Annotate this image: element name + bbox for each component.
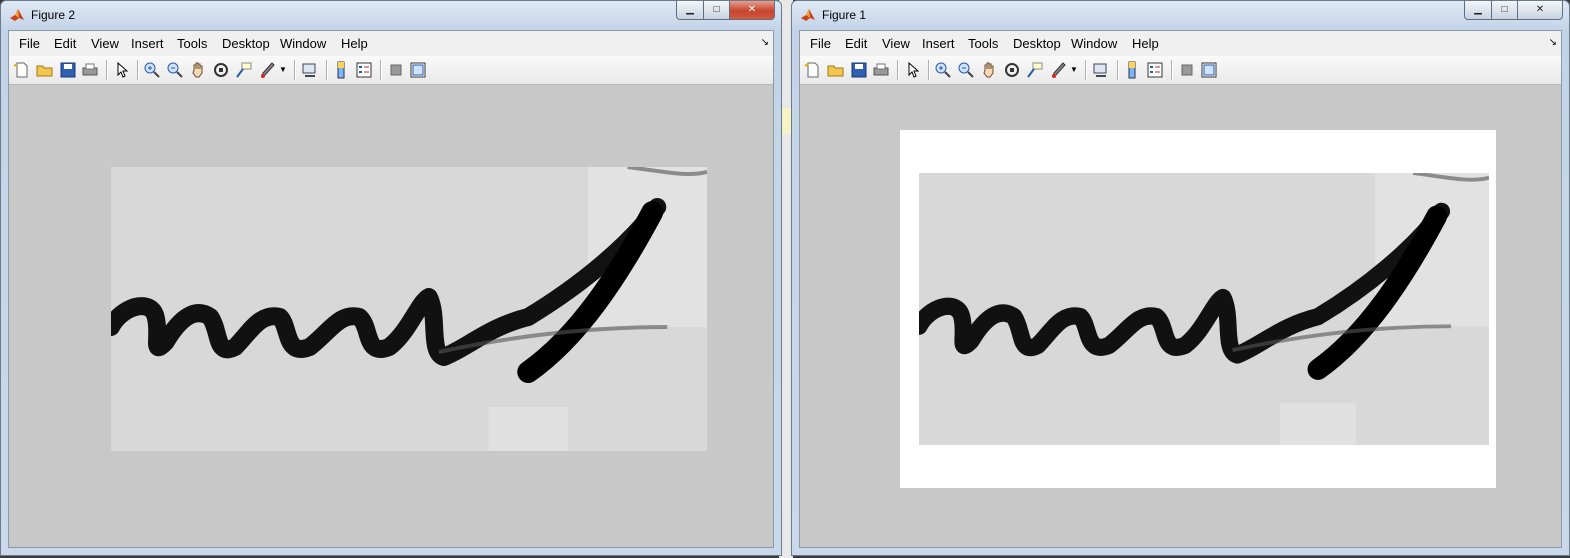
title-bar[interactable]: Figure 1 ▁ □ ✕	[792, 1, 1569, 29]
new-figure-icon[interactable]	[13, 61, 31, 79]
brush-dropdown-icon[interactable]: ▼	[1070, 65, 1078, 83]
brush-dropdown-icon[interactable]: ▼	[279, 65, 287, 83]
menu-view[interactable]: View	[882, 36, 910, 51]
figure-client-area: File Edit View Insert Tools Desktop Wind…	[799, 30, 1562, 548]
handwriting-image	[111, 167, 707, 451]
insert-colorbar-icon[interactable]	[1123, 61, 1141, 79]
window-title: Figure 1	[822, 8, 867, 22]
handwriting-stroke-graphic	[111, 167, 707, 451]
insert-legend-icon[interactable]	[1146, 61, 1164, 79]
show-plot-tools-icon[interactable]	[409, 61, 427, 79]
menu-edit[interactable]: Edit	[845, 36, 867, 51]
open-file-icon[interactable]	[827, 61, 845, 79]
figure-toolbar: ▼	[800, 56, 1561, 85]
window-title: Figure 2	[31, 8, 76, 22]
rotate-3d-icon[interactable]	[1003, 61, 1021, 79]
close-button[interactable]: ✕	[1517, 1, 1563, 20]
menu-insert[interactable]: Insert	[131, 36, 164, 51]
menu-desktop[interactable]: Desktop	[1013, 36, 1061, 51]
menu-bar: File Edit View Insert Tools Desktop Wind…	[9, 31, 773, 56]
chevron-icon[interactable]: ↘	[761, 37, 769, 48]
maximize-button[interactable]: □	[1491, 1, 1518, 20]
rotate-3d-icon[interactable]	[212, 61, 230, 79]
print-icon[interactable]	[872, 61, 890, 79]
menu-insert[interactable]: Insert	[922, 36, 955, 51]
menu-tools[interactable]: Tools	[177, 36, 207, 51]
data-cursor-icon[interactable]	[1026, 61, 1044, 79]
zoom-in-icon[interactable]	[143, 61, 161, 79]
menu-help[interactable]: Help	[1132, 36, 1159, 51]
data-cursor-icon[interactable]	[235, 61, 253, 79]
brush-icon[interactable]	[259, 61, 277, 79]
menu-help[interactable]: Help	[341, 36, 368, 51]
link-plot-icon[interactable]	[1092, 61, 1110, 79]
insert-colorbar-icon[interactable]	[332, 61, 350, 79]
menu-window[interactable]: Window	[280, 36, 326, 51]
new-figure-icon[interactable]	[804, 61, 822, 79]
print-icon[interactable]	[81, 61, 99, 79]
hide-plot-tools-icon[interactable]	[387, 61, 405, 79]
menu-file[interactable]: File	[19, 36, 40, 51]
menu-view[interactable]: View	[91, 36, 119, 51]
insert-legend-icon[interactable]	[355, 61, 373, 79]
minimize-button[interactable]: ▁	[676, 1, 704, 20]
figure-canvas[interactable]	[800, 85, 1561, 547]
background-editor-fragment	[781, 108, 791, 134]
save-icon[interactable]	[59, 61, 77, 79]
maximize-button[interactable]: □	[703, 1, 730, 20]
figure-canvas[interactable]	[9, 85, 773, 547]
zoom-out-icon[interactable]	[957, 61, 975, 79]
hide-plot-tools-icon[interactable]	[1178, 61, 1196, 79]
chevron-icon[interactable]: ↘	[1549, 37, 1557, 48]
pan-icon[interactable]	[189, 61, 207, 79]
zoom-out-icon[interactable]	[166, 61, 184, 79]
handwriting-image	[919, 173, 1489, 445]
menu-window[interactable]: Window	[1071, 36, 1117, 51]
edit-plot-icon[interactable]	[113, 61, 131, 79]
close-button[interactable]: ✕	[729, 1, 775, 20]
figure-toolbar: ▼	[9, 56, 773, 85]
link-plot-icon[interactable]	[301, 61, 319, 79]
open-file-icon[interactable]	[36, 61, 54, 79]
figure-2-window: Figure 2 ▁ □ ✕ File Edit View Insert Too…	[0, 0, 782, 556]
pan-icon[interactable]	[980, 61, 998, 79]
menu-tools[interactable]: Tools	[968, 36, 998, 51]
brush-icon[interactable]	[1050, 61, 1068, 79]
save-icon[interactable]	[850, 61, 868, 79]
figure-1-window: Figure 1 ▁ □ ✕ File Edit View Insert Too…	[791, 0, 1570, 556]
menu-desktop[interactable]: Desktop	[222, 36, 270, 51]
menu-edit[interactable]: Edit	[54, 36, 76, 51]
menu-file[interactable]: File	[810, 36, 831, 51]
show-plot-tools-icon[interactable]	[1200, 61, 1218, 79]
zoom-in-icon[interactable]	[934, 61, 952, 79]
handwriting-stroke-graphic	[919, 173, 1489, 445]
edit-plot-icon[interactable]	[904, 61, 922, 79]
minimize-button[interactable]: ▁	[1464, 1, 1492, 20]
menu-bar: File Edit View Insert Tools Desktop Wind…	[800, 31, 1561, 56]
figure-client-area: File Edit View Insert Tools Desktop Wind…	[8, 30, 774, 548]
title-bar[interactable]: Figure 2 ▁ □ ✕	[1, 1, 781, 29]
matlab-icon	[10, 9, 24, 21]
matlab-icon	[801, 9, 815, 21]
